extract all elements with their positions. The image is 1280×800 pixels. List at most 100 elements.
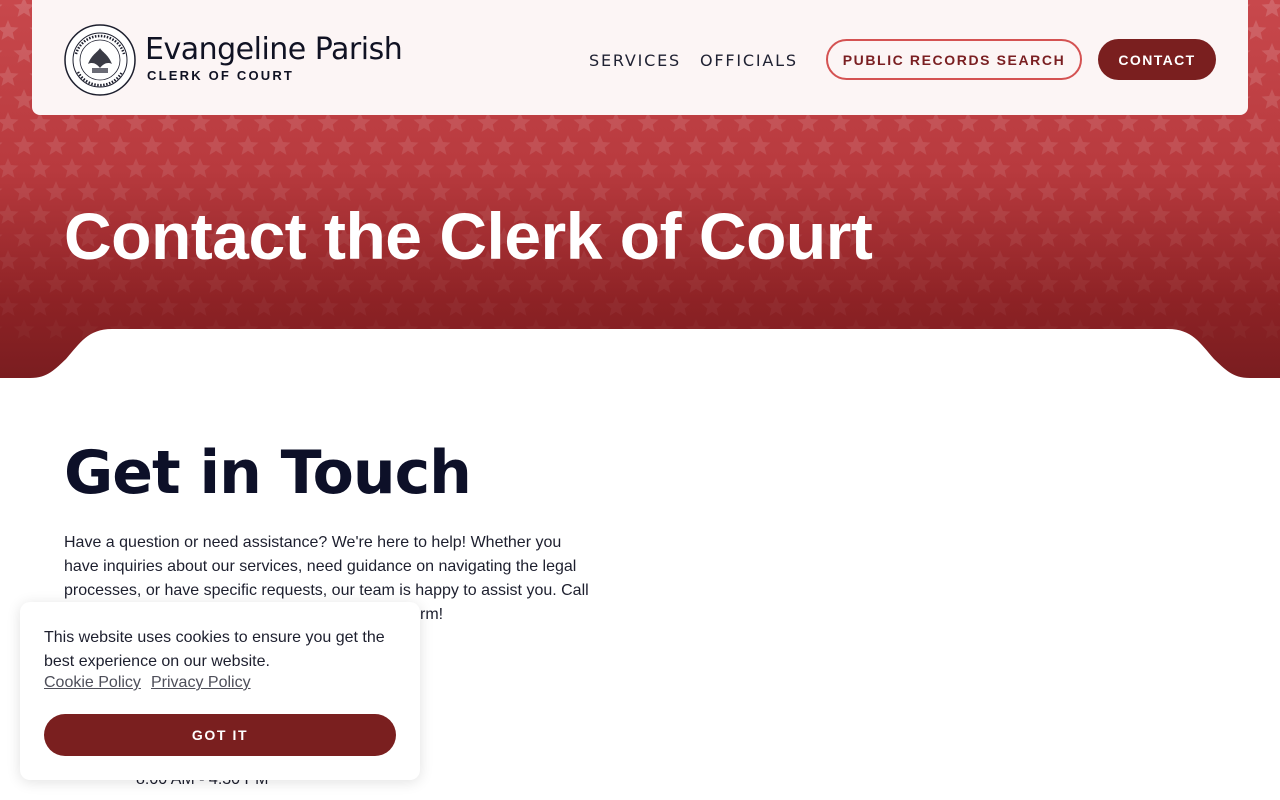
star-shape (29, 158, 51, 178)
star-shape (1165, 135, 1187, 155)
star-shape (413, 158, 435, 178)
star-shape (973, 273, 995, 293)
star-shape (877, 181, 899, 201)
hero-curve-divider (0, 329, 1280, 378)
star-shape (861, 158, 883, 178)
star-shape (1101, 135, 1123, 155)
star-shape (1053, 250, 1075, 270)
star-shape (317, 296, 339, 316)
star-shape (525, 273, 547, 293)
star-shape (1069, 227, 1091, 247)
star-shape (1133, 227, 1155, 247)
star-shape (237, 135, 259, 155)
star-shape (1213, 158, 1235, 178)
cookie-banner: This website uses cookies to ensure you … (20, 602, 420, 780)
star-shape (1021, 296, 1043, 316)
star-shape (0, 20, 19, 40)
star-shape (301, 135, 323, 155)
star-shape (461, 135, 483, 155)
nav-link-services[interactable]: SERVICES (589, 51, 681, 70)
star-shape (141, 273, 163, 293)
star-shape (205, 273, 227, 293)
star-shape (1213, 204, 1235, 224)
star-shape (1197, 135, 1219, 155)
star-shape (877, 135, 899, 155)
star-shape (0, 96, 3, 99)
star-shape (285, 158, 307, 178)
star-shape (1181, 296, 1203, 316)
star-shape (621, 135, 643, 155)
star-shape (29, 296, 51, 316)
star-shape (1053, 204, 1075, 224)
star-shape (173, 273, 195, 293)
star-shape (0, 4, 3, 7)
star-shape (669, 296, 691, 316)
star-shape (1069, 181, 1091, 201)
star-shape (1165, 227, 1187, 247)
star-shape (957, 158, 979, 178)
star-shape (1229, 181, 1251, 201)
star-shape (829, 158, 851, 178)
star-shape (1245, 250, 1267, 270)
star-shape (61, 158, 83, 178)
star-shape (669, 158, 691, 178)
star-shape (1069, 135, 1091, 155)
star-shape (493, 273, 515, 293)
star-shape (941, 273, 963, 293)
star-shape (957, 250, 979, 270)
public-records-search-button[interactable]: PUBLIC RECORDS SEARCH (826, 39, 1082, 80)
star-shape (0, 66, 19, 86)
star-shape (445, 158, 467, 178)
star-shape (317, 158, 339, 178)
star-shape (1245, 204, 1267, 224)
star-shape (1245, 66, 1267, 86)
star-shape (509, 296, 531, 316)
star-shape (637, 158, 659, 178)
star-shape (1197, 273, 1219, 293)
star-shape (0, 50, 3, 53)
brand-subtitle[interactable]: CLERK OF COURT (147, 68, 294, 83)
star-shape (1085, 204, 1107, 224)
star-shape (1005, 135, 1027, 155)
star-shape (1197, 181, 1219, 201)
star-shape (1149, 296, 1171, 316)
brand-name[interactable]: Evangeline Parish (145, 32, 403, 67)
star-shape (525, 135, 547, 155)
star-shape (77, 273, 99, 293)
intro-line: have inquiries about our services, need … (64, 558, 577, 575)
star-shape (1117, 204, 1139, 224)
star-shape (1261, 273, 1280, 293)
star-shape (157, 158, 179, 178)
star-shape (685, 273, 707, 293)
star-shape (0, 234, 3, 237)
star-shape (557, 135, 579, 155)
star-shape (701, 158, 723, 178)
star-shape (541, 296, 563, 316)
star-shape (1245, 20, 1267, 40)
contact-button[interactable]: CONTACT (1098, 39, 1216, 80)
star-shape (653, 135, 675, 155)
star-shape (717, 135, 739, 155)
cookie-policy-link[interactable]: Cookie Policy (44, 674, 141, 692)
star-shape (957, 204, 979, 224)
star-shape (1133, 273, 1155, 293)
star-shape (717, 273, 739, 293)
star-shape (925, 296, 947, 316)
star-shape (733, 296, 755, 316)
star-shape (429, 135, 451, 155)
star-shape (749, 135, 771, 155)
star-shape (781, 273, 803, 293)
star-shape (45, 135, 67, 155)
star-shape (1213, 250, 1235, 270)
parish-seal-logo[interactable] (64, 24, 136, 96)
star-shape (1165, 273, 1187, 293)
star-shape (573, 296, 595, 316)
star-shape (1021, 158, 1043, 178)
nav-link-officials[interactable]: OFFICIALS (700, 51, 798, 70)
cookie-accept-button[interactable]: GOT IT (44, 714, 396, 756)
star-shape (1229, 273, 1251, 293)
star-shape (189, 158, 211, 178)
cookie-message: This website uses cookies to ensure you … (44, 629, 385, 670)
star-shape (45, 273, 67, 293)
privacy-policy-link[interactable]: Privacy Policy (151, 674, 251, 692)
